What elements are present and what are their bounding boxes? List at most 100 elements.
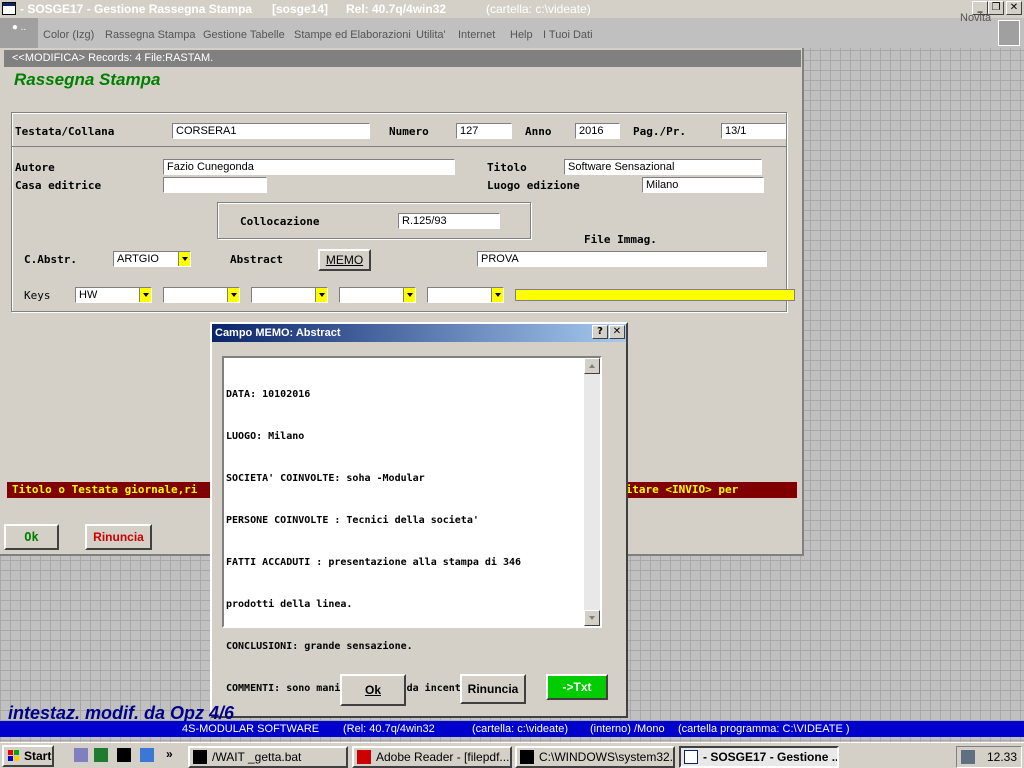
dialog-cancel-button[interactable]: Rinuncia — [460, 674, 526, 704]
dropdown-arrow-icon[interactable] — [403, 288, 415, 302]
cancel-button[interactable]: Rinuncia — [85, 524, 152, 550]
start-button[interactable]: Start — [2, 745, 54, 767]
memo-dialog: Campo MEMO: Abstract ? ✕ DATA: 10102016 … — [210, 322, 628, 718]
dropdown-arrow-icon[interactable] — [227, 288, 239, 302]
info-cartella: (cartella: c:\videate) — [472, 723, 568, 735]
info-interno: (interno) — [590, 723, 631, 735]
form-title: Rassegna Stampa — [14, 70, 161, 89]
menu-utilita[interactable]: Utilita' — [416, 29, 446, 41]
dropdown-arrow-icon[interactable] — [178, 252, 190, 266]
dropdown-arrow-icon[interactable] — [139, 288, 151, 302]
memo-button[interactable]: MEMO — [318, 249, 371, 271]
key-combo-2[interactable] — [163, 287, 240, 303]
menu-left-tab[interactable]: ● .. — [0, 18, 38, 48]
clock: 12.33 — [987, 750, 1018, 764]
windows-logo-icon — [8, 750, 19, 761]
task-cmd[interactable]: /WAIT _getta.bat — [188, 746, 348, 768]
window-release: Rel: 40.7q/4win32 — [346, 2, 447, 16]
memo-textarea[interactable]: DATA: 10102016 LUOGO: Milano SOCIETA' CO… — [222, 356, 602, 694]
ok-button[interactable]: Ok — [4, 524, 59, 550]
app-icon[interactable] — [2, 2, 16, 15]
key-combo-3[interactable] — [251, 287, 328, 303]
autore-field[interactable]: Fazio Cunegonda — [163, 159, 455, 175]
dialog-title-bar: Campo MEMO: Abstract — [212, 324, 626, 342]
label-cabstr: C.Abstr. — [24, 253, 77, 266]
taskbar: Start » /WAIT _getta.bat Adobe Reader - … — [0, 742, 1024, 768]
menu-stampe[interactable]: Stampe ed Elaborazioni — [294, 29, 411, 41]
menu-help[interactable]: Help — [510, 29, 533, 41]
network-icon[interactable] — [961, 750, 975, 764]
dropdown-arrow-icon[interactable] — [315, 288, 327, 302]
task-label: C:\WINDOWS\system32.... — [539, 750, 675, 764]
menu-bar: ● .. Color (Izg) Rassegna Stampa Gestion… — [0, 18, 1024, 48]
info-bar: 4S-MODULAR SOFTWARE (Rel: 40.7q/4win32 (… — [0, 721, 1024, 737]
menu-gestione-tabelle[interactable]: Gestione Tabelle — [203, 29, 285, 41]
task-label: Adobe Reader - [filepdf.... — [376, 750, 512, 764]
testata-field[interactable]: CORSERA1 — [172, 123, 370, 139]
collocazione-field[interactable]: R.125/93 — [398, 213, 500, 229]
message-right: gitare <INVIO> per — [619, 483, 739, 496]
scroll-down-icon[interactable] — [584, 610, 600, 626]
side-panel-button[interactable] — [998, 20, 1020, 46]
memo-line: COMMENTI: sono manifestazioni da incenti… — [226, 683, 491, 694]
pag-field[interactable]: 13/1 — [721, 123, 786, 139]
casa-editrice-field[interactable] — [163, 177, 267, 193]
export-txt-button[interactable]: ->Txt — [546, 674, 608, 700]
cabstr-combo[interactable]: ARTGIO — [113, 251, 191, 267]
key1-value: HW — [79, 289, 98, 301]
menu-rassegna-stampa[interactable]: Rassegna Stampa — [105, 29, 196, 41]
anno-field[interactable]: 2016 — [575, 123, 620, 139]
task-system32[interactable]: C:\WINDOWS\system32.... — [515, 746, 675, 768]
file-immag-field[interactable]: PROVA — [477, 251, 767, 267]
dropdown-arrow-icon[interactable] — [491, 288, 503, 302]
memo-text: DATA: 10102016 LUOGO: Milano SOCIETA' CO… — [226, 360, 586, 724]
vertical-scrollbar[interactable] — [584, 358, 600, 626]
help-icon[interactable]: ? — [592, 325, 608, 339]
key-field-6[interactable] — [515, 289, 795, 301]
key-combo-4[interactable] — [339, 287, 416, 303]
menu-internet[interactable]: Internet — [458, 29, 495, 41]
quicklaunch-desktop-icon[interactable] — [74, 748, 88, 762]
window-title: - SOSGE17 - Gestione Rassegna Stampa — [20, 2, 253, 16]
memo-line: SOCIETA' COINVOLTE: soha -Modular — [226, 473, 425, 484]
task-adobe[interactable]: Adobe Reader - [filepdf.... — [352, 746, 512, 768]
divider — [11, 146, 787, 147]
label-testata: Testata/Collana — [15, 125, 115, 138]
window-session: [sosge14] — [272, 2, 329, 16]
memo-line: LUOGO: Milano — [226, 431, 305, 442]
info-mono: /Mono — [634, 723, 665, 735]
label-abstract: Abstract — [230, 253, 283, 266]
quicklaunch-ie-icon[interactable] — [140, 748, 154, 762]
luogo-edizione-field[interactable]: Milano — [642, 177, 764, 193]
label-numero: Numero — [389, 125, 429, 138]
label-file-immag: File Immag. — [584, 233, 657, 246]
window-folder: (cartella: c:\videate) — [486, 2, 591, 16]
label-luogo-edizione: Luogo edizione — [487, 179, 580, 192]
scroll-up-icon[interactable] — [584, 358, 600, 374]
info-programma: (cartella programma: C:\VIDEATE ) — [678, 723, 850, 735]
quicklaunch-cmd-icon[interactable] — [117, 748, 131, 762]
key-combo-5[interactable] — [427, 287, 504, 303]
close-icon[interactable]: ✕ — [609, 325, 625, 339]
numero-field[interactable]: 127 — [456, 123, 512, 139]
memo-line: PERSONE COINVOLTE : Tecnici della societ… — [226, 515, 479, 526]
close-icon[interactable]: ✕ — [1006, 1, 1022, 15]
label-titolo: Titolo — [487, 161, 527, 174]
info-company: 4S-MODULAR SOFTWARE — [182, 723, 320, 735]
cmd-icon — [520, 750, 534, 764]
dialog-ok-button[interactable]: Ok — [340, 674, 406, 706]
system-tray: 12.33 — [956, 746, 1022, 768]
label-keys: Keys — [24, 289, 51, 302]
menu-tuoi-dati[interactable]: I Tuoi Dati — [543, 29, 593, 41]
adobe-icon — [357, 750, 371, 764]
title-bar: - SOSGE17 - Gestione Rassegna Stampa [so… — [0, 0, 1024, 18]
key-combo-1[interactable]: HW — [75, 287, 152, 303]
memo-line: DATA: 10102016 — [226, 389, 311, 400]
label-anno: Anno — [525, 125, 552, 138]
menu-novita[interactable]: Novità — [960, 12, 991, 24]
titolo-field[interactable]: Software Sensazional — [564, 159, 762, 175]
task-sosge17[interactable]: - SOSGE17 - Gestione ... — [679, 746, 839, 768]
menu-color[interactable]: Color (Izg) — [43, 29, 94, 41]
quicklaunch-more-icon[interactable]: » — [166, 747, 173, 761]
quicklaunch-excel-icon[interactable] — [94, 748, 108, 762]
